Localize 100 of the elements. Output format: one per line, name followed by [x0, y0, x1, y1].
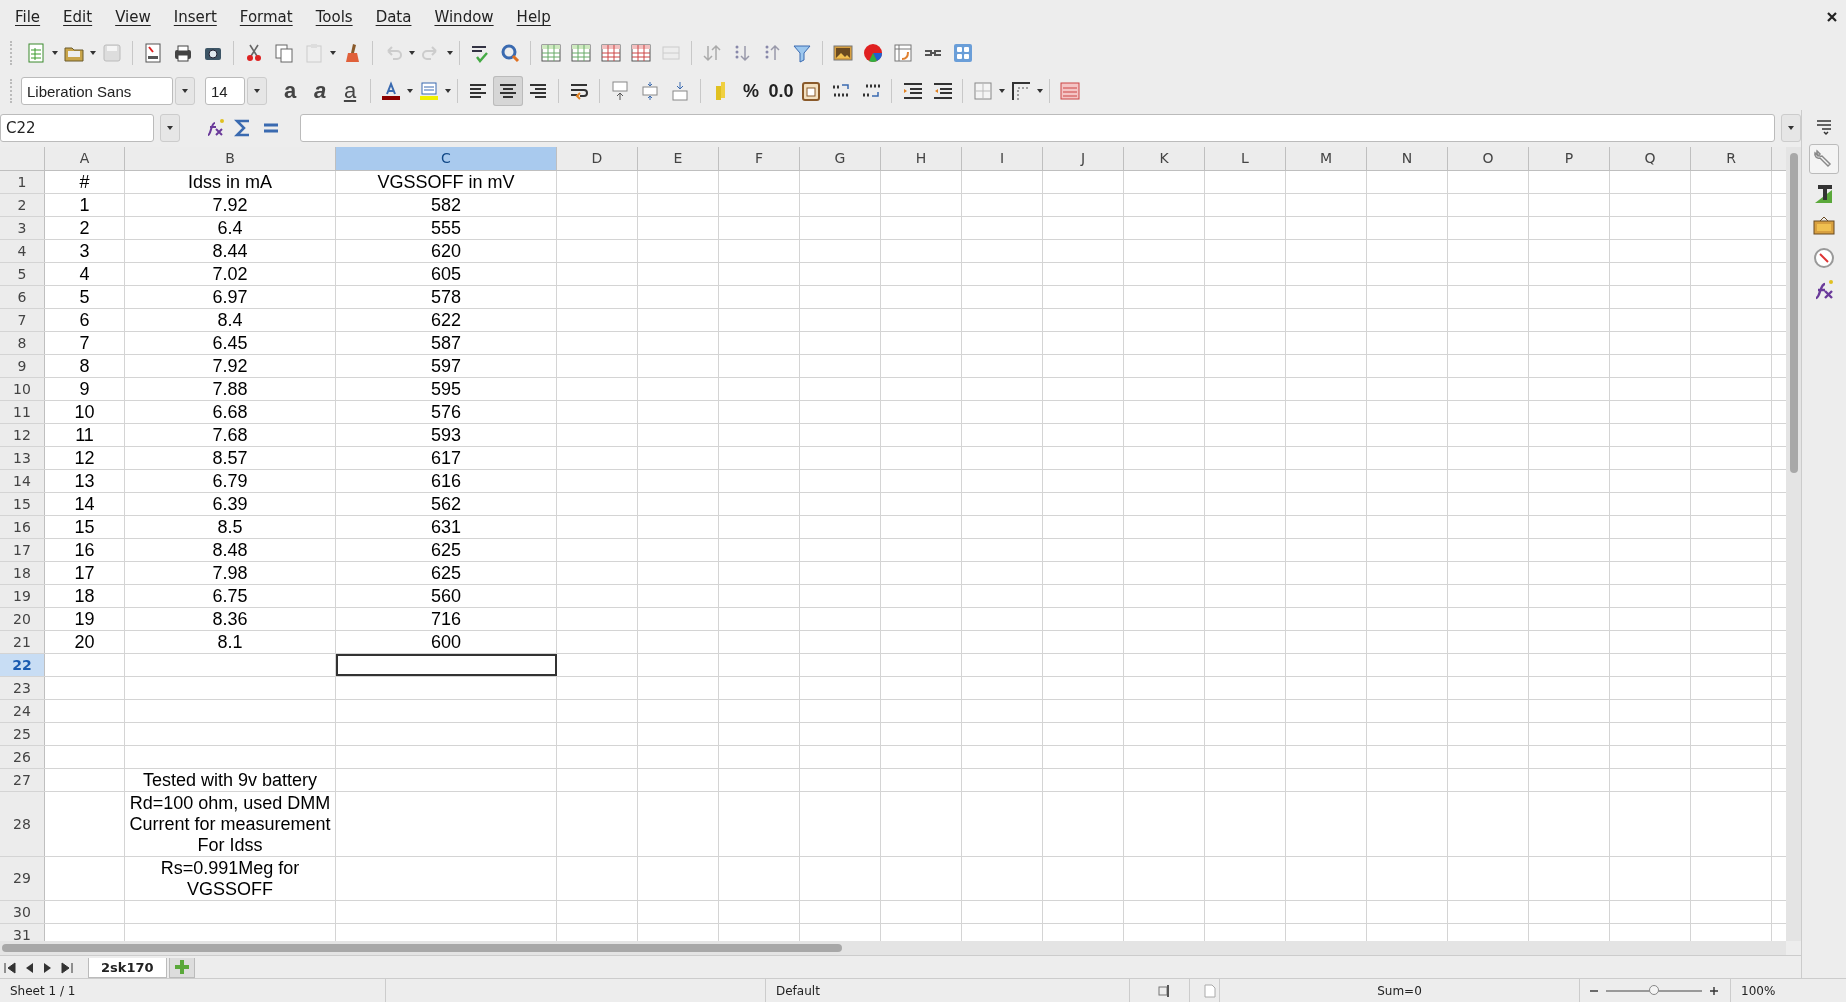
menu-item[interactable]: Edit: [58, 6, 98, 28]
horizontal-scrollbar[interactable]: [0, 941, 1786, 955]
last-sheet-icon[interactable]: [59, 960, 75, 976]
font-name-field[interactable]: Liberation Sans: [21, 77, 173, 105]
column-header[interactable]: H: [881, 146, 962, 170]
row-header[interactable]: 20: [0, 607, 45, 630]
caret-icon[interactable]: [444, 87, 452, 95]
underline-button[interactable]: a: [335, 80, 365, 102]
row-header[interactable]: 23: [0, 676, 45, 699]
delete-rows-icon[interactable]: [600, 42, 622, 64]
column-header[interactable]: E: [638, 146, 719, 170]
column-header[interactable]: F: [719, 146, 800, 170]
filter-icon[interactable]: [791, 42, 813, 64]
caret-icon[interactable]: [406, 87, 414, 95]
row-header[interactable]: 27: [0, 768, 45, 791]
caret-icon[interactable]: [51, 49, 59, 57]
zoom-slider-thumb[interactable]: [1649, 984, 1659, 995]
navigator-icon[interactable]: [952, 42, 974, 64]
row-header[interactable]: 29: [0, 856, 45, 900]
properties-tab[interactable]: [1809, 144, 1839, 174]
column-header[interactable]: D: [557, 146, 638, 170]
number-format-button[interactable]: 0.0: [766, 80, 796, 102]
vertical-scrollbar[interactable]: [1786, 146, 1801, 942]
align-center-button[interactable]: [493, 76, 523, 106]
row-header[interactable]: 6: [0, 285, 45, 308]
column-header[interactable]: O: [1448, 146, 1529, 170]
column-header[interactable]: P: [1529, 146, 1610, 170]
delete-columns-icon[interactable]: [630, 42, 652, 64]
caret-icon[interactable]: [253, 87, 261, 95]
row-header[interactable]: 25: [0, 722, 45, 745]
column-header[interactable]: K: [1124, 146, 1205, 170]
decrease-indent-icon[interactable]: [931, 80, 953, 102]
caret-icon[interactable]: [89, 49, 97, 57]
caret-icon[interactable]: [408, 49, 416, 57]
border-style-icon[interactable]: [1010, 80, 1032, 102]
chart-icon[interactable]: [862, 42, 884, 64]
add-sheet-button[interactable]: [168, 958, 195, 978]
auto-spellcheck-icon[interactable]: [499, 42, 521, 64]
menu-item[interactable]: Insert: [168, 6, 222, 28]
column-header[interactable]: G: [800, 146, 881, 170]
caret-icon[interactable]: [998, 87, 1006, 95]
font-color-icon[interactable]: [380, 80, 402, 102]
menu-item[interactable]: Data: [370, 6, 417, 28]
row-header[interactable]: 10: [0, 377, 45, 400]
selected-cell[interactable]: [336, 653, 557, 676]
row-header[interactable]: 26: [0, 745, 45, 768]
first-sheet-icon[interactable]: [2, 960, 18, 976]
row-header[interactable]: 11: [0, 400, 45, 423]
zoom-percent[interactable]: 100%: [1741, 983, 1776, 998]
column-header[interactable]: Q: [1610, 146, 1691, 170]
insert-columns-icon[interactable]: [570, 42, 592, 64]
row-header[interactable]: 2: [0, 193, 45, 216]
row-header[interactable]: 15: [0, 492, 45, 515]
menu-item[interactable]: File: [10, 6, 46, 28]
column-header[interactable]: R: [1691, 146, 1772, 170]
pivot-table-icon[interactable]: [892, 42, 914, 64]
row-header[interactable]: 17: [0, 538, 45, 561]
zoom-in-icon[interactable]: [1708, 984, 1720, 997]
increase-indent-icon[interactable]: [901, 80, 923, 102]
row-header[interactable]: 3: [0, 216, 45, 239]
column-header[interactable]: J: [1043, 146, 1124, 170]
row-header[interactable]: 8: [0, 331, 45, 354]
column-header[interactable]: A: [45, 146, 125, 170]
sheet-tab[interactable]: 2sk170: [88, 958, 167, 978]
name-box[interactable]: C22: [0, 114, 154, 143]
highlight-color-icon[interactable]: [418, 80, 440, 102]
row-header[interactable]: 24: [0, 699, 45, 722]
print-icon[interactable]: [172, 42, 194, 64]
row-header[interactable]: 7: [0, 308, 45, 331]
row-header[interactable]: 13: [0, 446, 45, 469]
row-header[interactable]: 19: [0, 584, 45, 607]
menu-item[interactable]: View: [110, 6, 156, 28]
row-header[interactable]: 30: [0, 900, 45, 923]
caret-icon[interactable]: [446, 49, 454, 57]
row-header[interactable]: 18: [0, 561, 45, 584]
row-header[interactable]: 1: [0, 170, 45, 193]
menu-item[interactable]: Window: [429, 6, 499, 28]
row-header[interactable]: 4: [0, 239, 45, 262]
menu-item[interactable]: Format: [234, 6, 298, 28]
caret-icon[interactable]: [329, 49, 337, 57]
align-top-icon[interactable]: [609, 80, 631, 102]
percent-button[interactable]: %: [736, 80, 766, 102]
row-header[interactable]: 14: [0, 469, 45, 492]
formula-input[interactable]: [300, 114, 1775, 143]
copy-icon[interactable]: [273, 42, 295, 64]
gallery-icon[interactable]: [1812, 214, 1836, 238]
column-header[interactable]: M: [1286, 146, 1367, 170]
caret-icon[interactable]: [1036, 87, 1044, 95]
font-size-field[interactable]: 14: [205, 77, 245, 105]
row-header[interactable]: 12: [0, 423, 45, 446]
italic-button[interactable]: a: [305, 80, 335, 102]
column-header[interactable]: N: [1367, 146, 1448, 170]
menu-item[interactable]: Tools: [310, 6, 358, 28]
insert-rows-icon[interactable]: [540, 42, 562, 64]
menu-item[interactable]: Help: [511, 6, 556, 28]
row-header[interactable]: 16: [0, 515, 45, 538]
column-header[interactable]: L: [1205, 146, 1286, 170]
bold-button[interactable]: a: [275, 80, 305, 102]
navigator-compass-icon[interactable]: [1812, 246, 1836, 270]
row-header[interactable]: 9: [0, 354, 45, 377]
